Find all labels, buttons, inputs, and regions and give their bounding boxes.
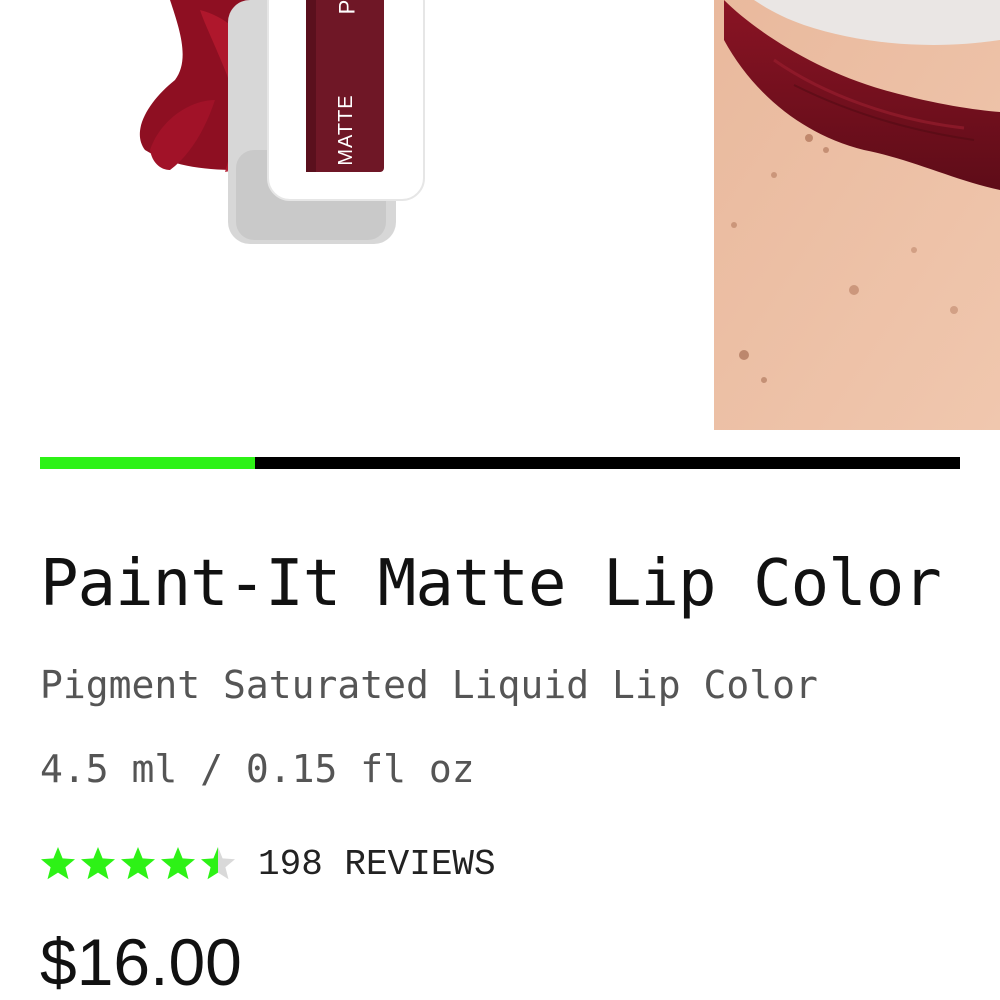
star-icon <box>201 847 235 880</box>
gallery-progress-fill <box>40 457 256 469</box>
image-gallery[interactable]: MATTE P <box>0 0 1000 430</box>
model-image-slide[interactable] <box>714 0 1000 430</box>
product-size: 4.5 ml / 0.15 fl oz <box>40 747 475 791</box>
rating-row[interactable]: 198 REVIEWS <box>40 836 496 892</box>
product-price: $16.00 <box>40 925 242 999</box>
product-image-slide[interactable]: MATTE P <box>0 0 700 430</box>
tube-label-text: MATTE <box>334 94 357 166</box>
star-icon <box>121 847 155 880</box>
star-icon <box>81 847 115 880</box>
gallery-progress-bar <box>40 457 960 469</box>
reviews-link[interactable]: 198 REVIEWS <box>258 844 496 885</box>
star-icon <box>161 847 195 880</box>
product-title: Paint-It Matte Lip Color <box>40 547 942 621</box>
tube-color-window-edge <box>306 0 316 172</box>
tube-cap-letter: P <box>334 0 360 15</box>
model-lips-illustration <box>714 0 1000 430</box>
product-page: MATTE P Paint-It Matte Lip Color Pigment… <box>0 0 1000 1000</box>
product-subtitle: Pigment Saturated Liquid Lip Color <box>40 663 818 707</box>
star-rating <box>40 846 240 882</box>
star-icon <box>41 847 75 880</box>
product-tube-illustration <box>139 0 425 244</box>
